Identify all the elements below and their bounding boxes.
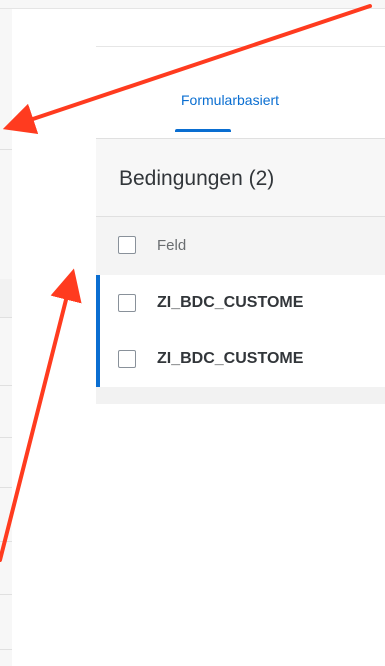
left-side-panel bbox=[0, 9, 12, 666]
left-panel-divider bbox=[0, 149, 12, 150]
select-all-checkbox[interactable] bbox=[118, 236, 136, 254]
table-title: Bedingungen (2) bbox=[119, 167, 275, 190]
left-panel-divider bbox=[0, 649, 12, 650]
tab-formularbasiert[interactable]: Formularbasiert bbox=[181, 92, 279, 108]
top-frame-strip bbox=[0, 0, 385, 9]
left-panel-divider bbox=[0, 487, 12, 488]
left-panel-row-highlight bbox=[0, 279, 12, 317]
tab-bar: Formularbasiert bbox=[96, 47, 385, 138]
table-row[interactable]: ZI_BDC_CUSTOME bbox=[96, 331, 385, 388]
row-field-value: ZI_BDC_CUSTOME bbox=[157, 350, 304, 367]
conditions-table: Bedingungen (2) Feld ZI_BDC_CUSTOME ZI_B… bbox=[96, 138, 385, 404]
left-panel-divider bbox=[0, 317, 12, 318]
row-field-value: ZI_BDC_CUSTOME bbox=[157, 294, 304, 311]
left-panel-divider bbox=[0, 437, 12, 438]
left-panel-divider bbox=[0, 541, 12, 542]
row-highlight-indicator bbox=[96, 331, 100, 387]
column-header-feld[interactable]: Feld bbox=[157, 237, 186, 254]
active-tab-indicator bbox=[175, 129, 231, 132]
content-panel: Formularbasiert Bedingungen (2) Feld ZI_… bbox=[96, 46, 385, 404]
left-panel-divider bbox=[0, 594, 12, 595]
row-select-checkbox[interactable] bbox=[118, 294, 136, 312]
screenshot-root: Formularbasiert Bedingungen (2) Feld ZI_… bbox=[0, 0, 385, 666]
table-row[interactable]: ZI_BDC_CUSTOME bbox=[96, 275, 385, 332]
table-footer-strip bbox=[96, 387, 385, 404]
left-panel-divider bbox=[0, 385, 12, 386]
row-highlight-indicator bbox=[96, 275, 100, 331]
table-header-row: Feld bbox=[96, 216, 385, 276]
row-select-checkbox[interactable] bbox=[118, 350, 136, 368]
